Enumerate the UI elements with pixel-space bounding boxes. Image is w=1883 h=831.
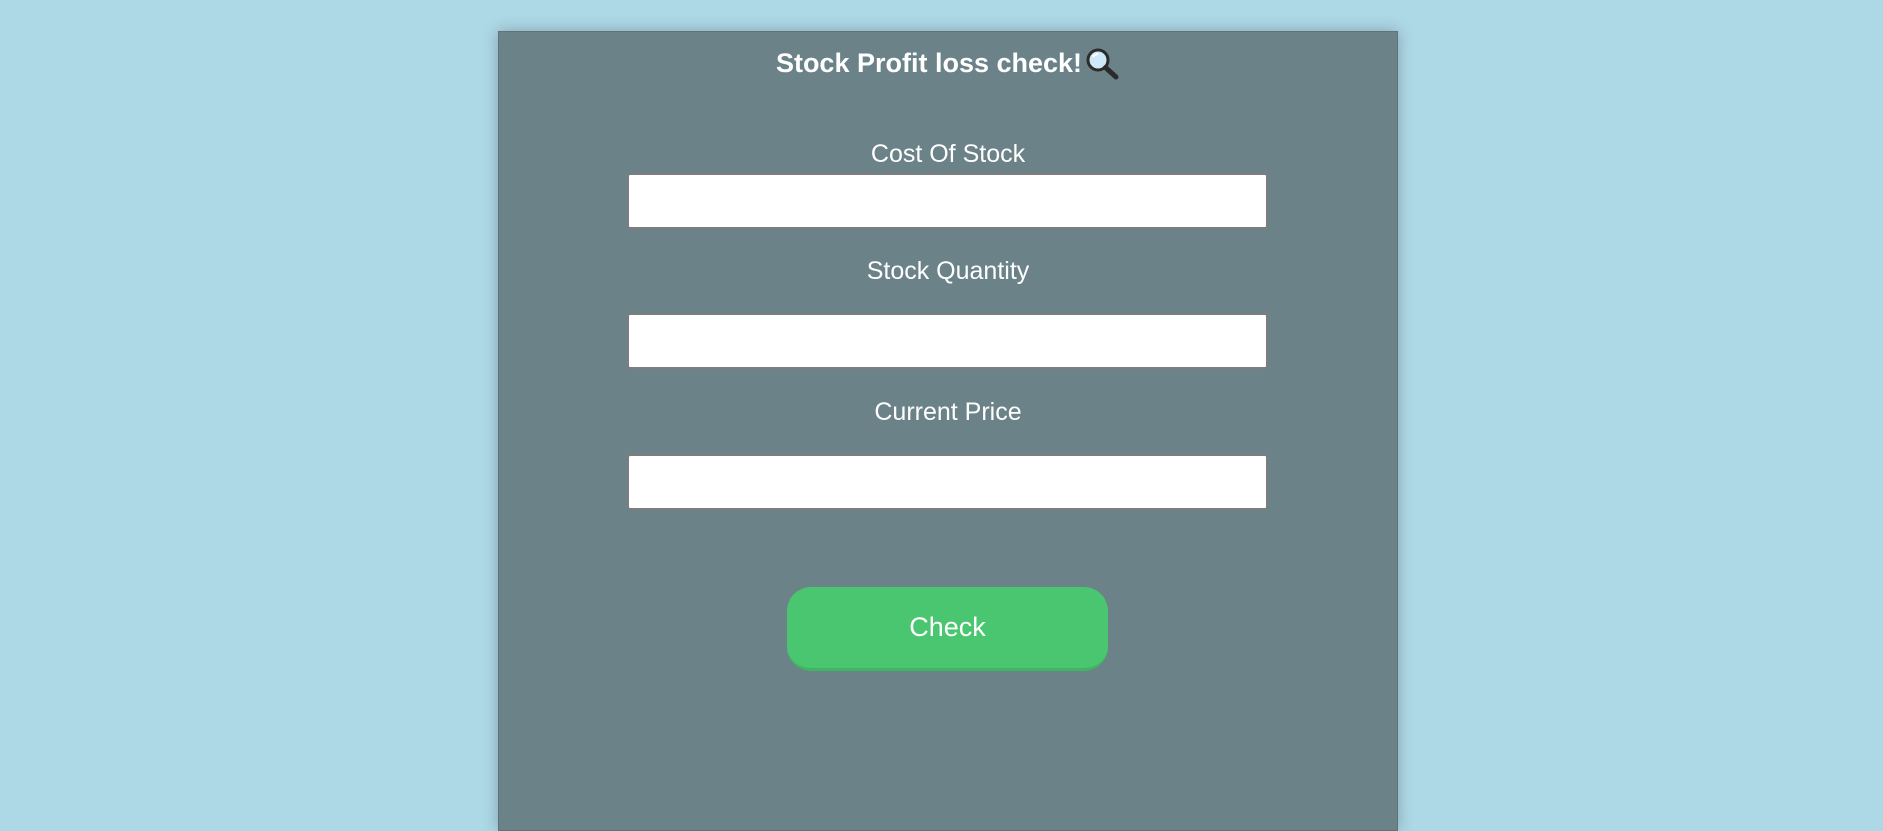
stock-quantity-input[interactable] — [627, 313, 1268, 369]
calculator-card: Stock Profit loss check! Cost Of Stock S… — [498, 31, 1398, 831]
cost-of-stock-label: Cost Of Stock — [870, 140, 1026, 168]
page-title-row: Stock Profit loss check! — [499, 46, 1397, 80]
page-title: Stock Profit loss check! — [775, 48, 1083, 78]
check-button[interactable]: Check — [787, 587, 1108, 671]
stock-quantity-label: Stock Quantity — [866, 257, 1030, 285]
current-price-input[interactable] — [627, 454, 1268, 510]
cost-of-stock-input[interactable] — [627, 173, 1268, 229]
current-price-label: Current Price — [874, 398, 1022, 426]
magnifying-glass-icon — [1084, 46, 1120, 80]
